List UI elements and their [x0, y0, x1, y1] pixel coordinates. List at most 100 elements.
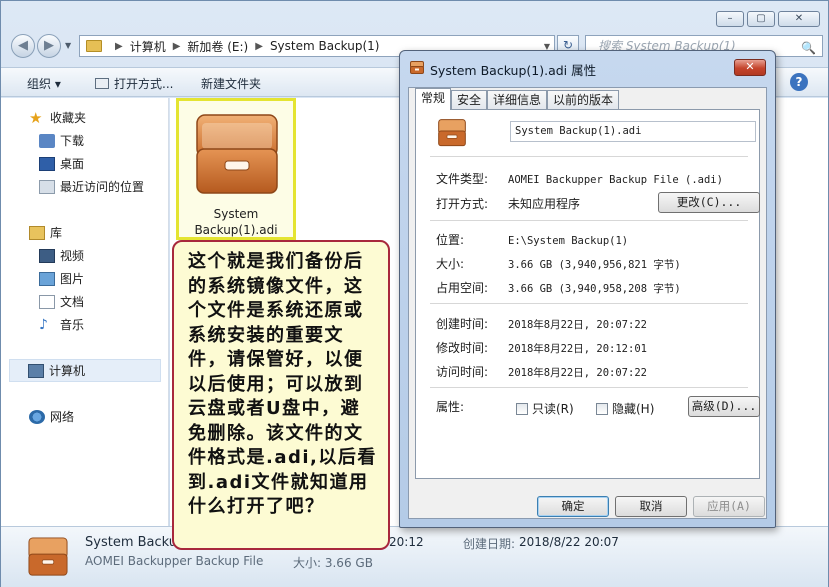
file-type-row: 文件类型: AOMEI Backupper Backup File (.adi) — [436, 170, 723, 187]
window-icon — [95, 78, 109, 89]
annotation-text: 这个就是我们备份后的系统镜像文件，这个文件是系统还原或系统安装的重要文件，请保管… — [188, 251, 377, 517]
open-with-label: 打开方式... — [114, 77, 174, 91]
chevron-right-icon[interactable]: ▶ — [173, 41, 181, 52]
open-with-label: 打开方式: — [436, 197, 489, 211]
location-row: 位置: E:\System Backup(1) — [436, 231, 628, 248]
favorites-group: ★ 收藏夹 下载 桌面 最近访问的位置 — [1, 106, 169, 198]
tab-previous-versions[interactable]: 以前的版本 — [547, 90, 620, 110]
sidebar-item-downloads[interactable]: 下载 — [1, 129, 169, 152]
size-row: 大小: 3.66 GB (3,940,956,821 字节) — [436, 255, 681, 272]
sidebar-label: 网络 — [50, 410, 75, 424]
disk-size-label: 占用空间: — [436, 281, 489, 295]
sidebar-item-libraries[interactable]: 库 — [1, 221, 169, 244]
annotation-callout: 这个就是我们备份后的系统镜像文件，这个文件是系统还原或系统安装的重要文件，请保管… — [172, 240, 390, 550]
breadcrumb-computer[interactable]: 计算机 — [130, 38, 166, 55]
tab-details[interactable]: 详细信息 — [487, 90, 548, 110]
archive-drawer-icon — [28, 537, 68, 576]
accessed-row: 访问时间: 2018年8月22日, 20:07:22 — [436, 363, 647, 380]
divider — [430, 387, 748, 388]
divider — [430, 220, 748, 221]
music-note-icon: ♪ — [39, 316, 48, 333]
file-item-adi[interactable]: System Backup(1).adi — [176, 98, 296, 240]
sidebar-item-network[interactable]: 网络 — [1, 405, 169, 428]
divider — [430, 156, 748, 157]
sidebar-label: 下载 — [60, 134, 85, 148]
dialog-close-button[interactable]: ✕ — [734, 59, 766, 76]
attributes-row: 属性: — [436, 398, 508, 415]
disk-size-row: 占用空间: 3.66 GB (3,940,958,208 字节) — [436, 279, 681, 296]
sidebar-item-pictures[interactable]: 图片 — [1, 267, 169, 290]
search-icon[interactable]: 🔍 — [801, 38, 816, 58]
checkbox-box[interactable] — [516, 402, 528, 415]
tab-security[interactable]: 安全 — [451, 90, 488, 110]
file-name: System Backup(1).adi — [179, 206, 293, 238]
library-icon — [29, 225, 45, 240]
picture-icon — [39, 271, 55, 286]
forward-arrow-icon[interactable]: ▶ — [37, 34, 61, 58]
maximize-button[interactable]: ▢ — [747, 11, 775, 27]
folder-icon — [86, 40, 102, 52]
computer-group: 计算机 — [1, 359, 169, 382]
window-controls: – ▢ ✕ — [716, 11, 820, 27]
hidden-checkbox[interactable]: 隐藏(H) — [596, 400, 654, 417]
modified-row: 修改时间: 2018年8月22日, 20:12:01 — [436, 339, 647, 356]
chevron-right-icon[interactable]: ▶ — [115, 41, 123, 52]
divider — [430, 303, 748, 304]
archive-drawer-icon — [410, 61, 424, 74]
ok-button[interactable]: 确定 — [537, 496, 609, 517]
recent-pages-dropdown-icon[interactable]: ▼ — [65, 41, 71, 50]
details-file-name: System Backup — [85, 535, 186, 550]
star-icon: ★ — [29, 108, 43, 127]
sidebar-label: 收藏夹 — [50, 111, 87, 125]
chevron-right-icon[interactable]: ▶ — [255, 41, 263, 52]
filename-field[interactable]: System Backup(1).adi — [510, 121, 756, 142]
created-label: 创建时间: — [436, 317, 489, 331]
location-label: 位置: — [436, 233, 465, 247]
desktop-icon — [39, 156, 55, 171]
breadcrumb-folder[interactable]: System Backup(1) — [270, 39, 380, 53]
sidebar-item-music[interactable]: ♪ 音乐 — [1, 313, 169, 336]
size-value: 3.66 GB (3,940,956,821 字节) — [508, 259, 681, 271]
archive-drawer-icon — [196, 114, 278, 194]
details-created-value: 2018/8/22 20:07 — [519, 535, 619, 549]
sidebar-label: 视频 — [60, 249, 85, 263]
sidebar-item-favorites[interactable]: ★ 收藏夹 — [1, 106, 169, 129]
change-button[interactable]: 更改(C)... — [658, 192, 760, 213]
readonly-checkbox[interactable]: 只读(R) — [516, 400, 574, 417]
accessed-label: 访问时间: — [436, 365, 489, 379]
dialog-body: 常规 安全 详细信息 以前的版本 System Backup(1).adi 文件… — [408, 87, 767, 519]
file-name-line1: System — [213, 207, 259, 221]
location-value: E:\System Backup(1) — [508, 235, 629, 247]
advanced-button[interactable]: 高级(D)... — [688, 396, 760, 417]
checkbox-box[interactable] — [596, 402, 608, 415]
details-file-type: AOMEI Backupper Backup File — [85, 554, 264, 568]
accessed-value: 2018年8月22日, 20:07:22 — [508, 367, 647, 379]
file-name-line2: Backup(1).adi — [194, 223, 278, 237]
sidebar-item-videos[interactable]: 视频 — [1, 244, 169, 267]
network-group: 网络 — [1, 405, 169, 428]
sidebar-item-documents[interactable]: 文档 — [1, 290, 169, 313]
hidden-label: 隐藏(H) — [612, 402, 655, 416]
back-arrow-icon[interactable]: ◀ — [11, 34, 35, 58]
minimize-button[interactable]: – — [716, 11, 744, 27]
document-icon — [39, 294, 55, 309]
computer-icon — [28, 363, 44, 378]
breadcrumb-drive[interactable]: 新加卷 (E:) — [187, 38, 248, 55]
properties-dialog: System Backup(1).adi 属性 ✕ 常规 安全 详细信息 以前的… — [399, 50, 776, 528]
open-with-value: 未知应用程序 — [508, 197, 581, 211]
help-icon[interactable]: ? — [790, 73, 808, 91]
tab-strip: 常规 安全 详细信息 以前的版本 — [415, 88, 620, 110]
cancel-button[interactable]: 取消 — [615, 496, 687, 517]
organize-menu[interactable]: 组织 ▾ — [27, 75, 61, 92]
tab-general[interactable]: 常规 — [415, 88, 452, 110]
sidebar-item-computer[interactable]: 计算机 — [9, 359, 161, 382]
created-row: 创建时间: 2018年8月22日, 20:07:22 — [436, 315, 647, 332]
sidebar-item-recent[interactable]: 最近访问的位置 — [1, 175, 169, 198]
apply-button[interactable]: 应用(A) — [693, 496, 765, 517]
open-with-button[interactable]: 打开方式... — [95, 75, 173, 92]
sidebar-item-desktop[interactable]: 桌面 — [1, 152, 169, 175]
sidebar-label: 库 — [50, 226, 63, 240]
libraries-group: 库 视频 图片 文档 ♪ 音乐 — [1, 221, 169, 336]
close-button[interactable]: ✕ — [778, 11, 820, 27]
new-folder-button[interactable]: 新建文件夹 — [201, 75, 261, 92]
